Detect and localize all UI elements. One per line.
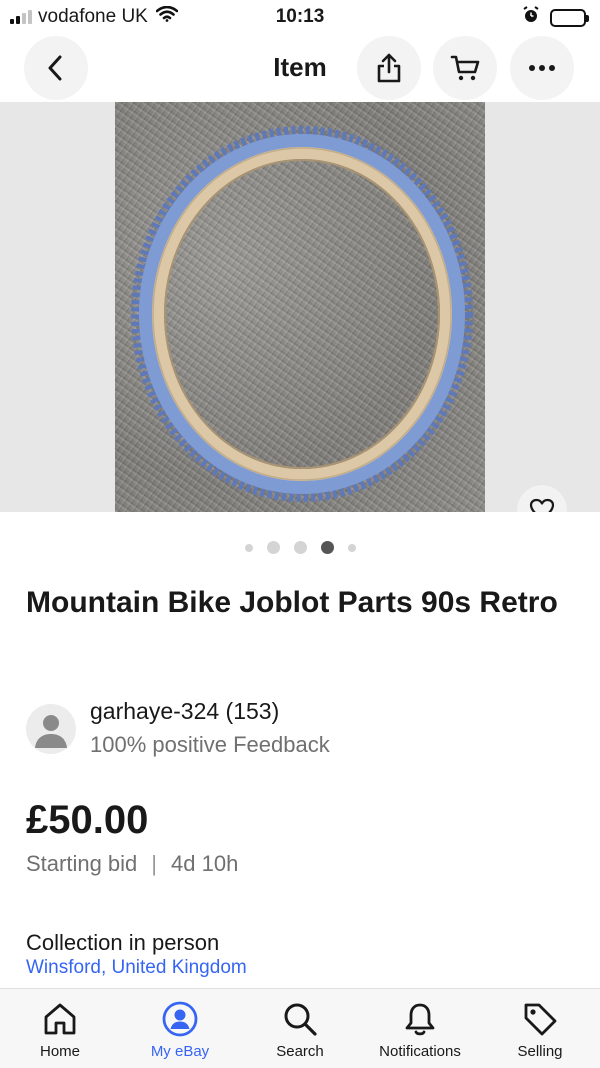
status-right (522, 6, 589, 29)
tab-label: My eBay (150, 1043, 210, 1060)
chevron-left-icon (48, 55, 62, 81)
delivery-method: Collection in person (26, 930, 220, 955)
watch-button[interactable] (516, 484, 568, 512)
bid-info: Starting bid | 4d 10h (26, 851, 238, 877)
tab-label: Notifications (379, 1043, 461, 1060)
tab-my-ebay[interactable]: My eBay (120, 989, 240, 1068)
gallery-pagination (0, 541, 600, 554)
tab-label: Home (39, 1043, 80, 1060)
bid-type: Starting bid (26, 851, 138, 876)
pagination-dot[interactable] (293, 541, 307, 554)
alarm-icon (522, 6, 540, 29)
tab-home[interactable]: Home (0, 989, 120, 1068)
user-icon (162, 1001, 198, 1037)
time-left: 4d 10h (171, 851, 239, 876)
cart-icon (450, 55, 480, 81)
pagination-dot[interactable] (244, 543, 253, 552)
pagination-dot-active[interactable] (320, 541, 334, 554)
share-icon (377, 53, 401, 83)
share-button[interactable] (357, 36, 421, 100)
tag-icon (524, 1003, 557, 1036)
user-silhouette-icon (35, 715, 67, 748)
tyre-image (131, 126, 473, 502)
separator: | (151, 851, 158, 876)
seller-name[interactable]: garhaye-324 (153) (90, 698, 279, 725)
tab-label: Selling (517, 1043, 563, 1060)
pagination-dot[interactable] (347, 543, 356, 552)
status-time: 10:13 (275, 6, 325, 27)
more-button[interactable] (510, 36, 574, 100)
seller-info[interactable]: garhaye-324 (153) 100% positive Feedback (26, 698, 586, 762)
search-icon (284, 1003, 317, 1036)
heart-icon (529, 498, 555, 512)
back-button[interactable] (24, 36, 88, 100)
item-title: Mountain Bike Joblot Parts 90s Retro (26, 586, 558, 619)
nav-header: Item (0, 34, 600, 102)
bell-icon (405, 1003, 435, 1036)
more-dots-icon (529, 65, 555, 71)
battery-icon (550, 8, 589, 27)
item-price: £50.00 (26, 798, 149, 842)
tab-search[interactable]: Search (240, 989, 360, 1068)
home-icon (44, 1003, 76, 1035)
item-location-link[interactable]: Winsford, United Kingdom (26, 957, 247, 979)
tab-notifications[interactable]: Notifications (360, 989, 480, 1068)
tab-bar: Home My eBay Search Notifications Sellin… (0, 988, 600, 1068)
pagination-dot[interactable] (266, 541, 280, 554)
status-bar: vodafone UK 10:13 (0, 0, 600, 34)
tab-selling[interactable]: Selling (480, 989, 600, 1068)
avatar[interactable] (26, 704, 76, 754)
tab-label: Search (276, 1043, 324, 1060)
cart-button[interactable] (433, 36, 497, 100)
seller-feedback: 100% positive Feedback (90, 732, 330, 757)
image-gallery[interactable] (0, 102, 600, 512)
item-photo[interactable] (115, 102, 485, 512)
